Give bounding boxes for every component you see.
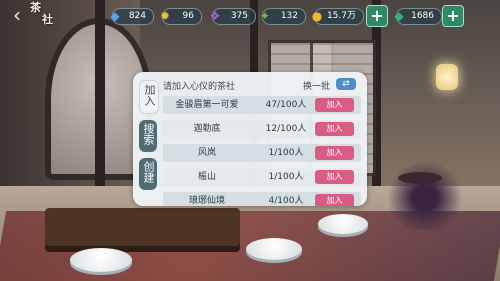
floor-cushion bbox=[246, 238, 302, 260]
resource-counter: ✦ 132 bbox=[260, 8, 306, 25]
dialog-tabs: 加入 搜索 创建 bbox=[139, 80, 159, 196]
club-name: 榣山 bbox=[197, 172, 216, 182]
gold-coin-icon: ● bbox=[311, 9, 323, 23]
purple-gem-icon: ❖ bbox=[209, 9, 221, 23]
resource-counter: ◆ 1686 bbox=[394, 8, 442, 25]
low-tea-table bbox=[45, 208, 240, 246]
tab-label: 创建 bbox=[142, 161, 155, 183]
resource-value: 15.7万 bbox=[326, 11, 356, 21]
join-button[interactable]: 加入 bbox=[315, 194, 354, 206]
tab-search[interactable]: 搜索 bbox=[139, 120, 157, 152]
list-item: 琅琊仙境 4/100人 加入 bbox=[163, 192, 361, 206]
list-item: 金骏眉第一可爱 47/100人 加入 bbox=[163, 96, 361, 114]
tab-create[interactable]: 创建 bbox=[139, 158, 157, 190]
floor-cushion bbox=[70, 248, 132, 272]
list-item: 风岚 1/100人 加入 bbox=[163, 144, 361, 162]
resource-value: 96 bbox=[182, 11, 194, 21]
club-name: 迦勒底 bbox=[193, 124, 221, 134]
member-count: 4/100人 bbox=[268, 196, 304, 206]
join-button[interactable]: 加入 bbox=[315, 170, 354, 184]
resource-counter: ● 15.7万 bbox=[312, 8, 364, 25]
resource-counter: ✹ 96 bbox=[160, 8, 202, 25]
page-title: 茶 社 bbox=[30, 2, 68, 26]
member-count: 1/100人 bbox=[268, 172, 304, 182]
emerald-icon: ◆ bbox=[394, 9, 404, 23]
floor-cushion bbox=[318, 214, 368, 234]
top-bar: ‹ 茶 社 ◆ 824 ✹ 96 ❖ 375 ✦ 132 ● 15.7万 + ◆… bbox=[0, 0, 500, 34]
club-list: 金骏眉第一可爱 47/100人 加入 迦勒底 12/100人 加入 风岚 1/1… bbox=[163, 96, 361, 206]
join-button[interactable]: 加入 bbox=[315, 122, 354, 136]
gold-coin-icon: ✹ bbox=[159, 9, 171, 23]
refresh-icon[interactable]: ⇄ bbox=[336, 78, 356, 90]
resource-value: 132 bbox=[280, 11, 298, 21]
resource-value: 1686 bbox=[411, 11, 434, 21]
member-count: 47/100人 bbox=[265, 100, 307, 110]
resource-counter: ◆ 824 bbox=[110, 8, 154, 25]
resource-counter: ❖ 375 bbox=[210, 8, 256, 25]
club-name: 金骏眉第一可爱 bbox=[175, 100, 239, 110]
resource-value: 824 bbox=[128, 11, 146, 21]
list-item: 迦勒底 12/100人 加入 bbox=[163, 120, 361, 138]
tab-join[interactable]: 加入 bbox=[139, 80, 159, 114]
join-button[interactable]: 加入 bbox=[315, 98, 354, 112]
dialog-title: 请加入心仪的茶社 bbox=[163, 82, 236, 92]
add-emerald-button[interactable]: + bbox=[442, 5, 464, 27]
list-item: 榣山 1/100人 加入 bbox=[163, 168, 361, 186]
refresh-label[interactable]: 换一批 bbox=[303, 79, 330, 92]
blue-gem-icon: ◆ bbox=[110, 9, 120, 23]
club-name: 琅琊仙境 bbox=[188, 196, 225, 206]
add-currency-button[interactable]: + bbox=[366, 5, 388, 27]
page-title-line2: 社 bbox=[42, 13, 53, 26]
member-count: 1/100人 bbox=[268, 148, 304, 158]
lantern-icon bbox=[436, 64, 458, 90]
member-count: 12/100人 bbox=[265, 124, 307, 134]
green-gem-icon: ✦ bbox=[259, 9, 271, 23]
tea-club-dialog: 加入 搜索 创建 请加入心仪的茶社 换一批 ⇄ 金骏眉第一可爱 47/100人 … bbox=[133, 72, 367, 206]
plum-blossom-plant bbox=[385, 150, 465, 230]
join-button[interactable]: 加入 bbox=[315, 146, 354, 160]
club-name: 风岚 bbox=[197, 148, 216, 158]
resource-value: 375 bbox=[230, 11, 248, 21]
tab-label: 加入 bbox=[143, 84, 156, 106]
back-button[interactable]: ‹ bbox=[8, 4, 26, 26]
tab-label: 搜索 bbox=[142, 123, 155, 145]
